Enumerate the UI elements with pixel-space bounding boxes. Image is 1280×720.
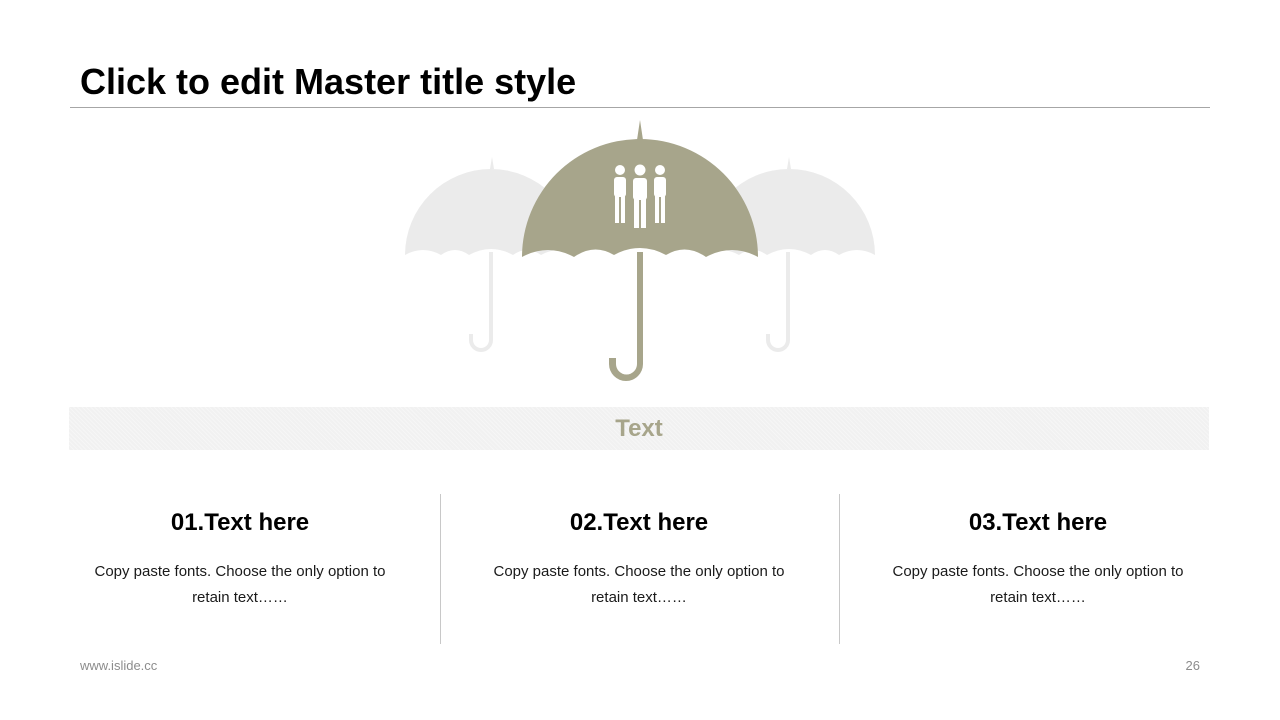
column-body: Copy paste fonts. Choose the only option…: [892, 563, 1184, 606]
column-body: Copy paste fonts. Choose the only option…: [94, 563, 386, 606]
banner-text: Text: [615, 414, 663, 442]
column-heading: 01.Text here: [170, 509, 310, 536]
title-divider: [70, 107, 1210, 108]
column-body: Copy paste fonts. Choose the only option…: [493, 563, 785, 606]
column-3: 03.Text here Copy paste fonts. Choose th…: [858, 494, 1218, 611]
column-heading: 02.Text here: [569, 509, 709, 536]
slide-title: Click to edit Master title style: [80, 61, 577, 102]
column-1: 01.Text here Copy paste fonts. Choose th…: [60, 494, 420, 611]
column-divider: [839, 494, 840, 644]
umbrella-illustration: [405, 120, 875, 381]
center-umbrella-icon: [522, 120, 758, 381]
footer-url: www.islide.cc: [80, 658, 158, 673]
page-number: 26: [1185, 658, 1200, 673]
column-divider: [440, 494, 441, 644]
column-2: 02.Text here Copy paste fonts. Choose th…: [459, 494, 819, 611]
section-banner: Text: [69, 407, 1209, 450]
column-heading: 03.Text here: [968, 509, 1108, 536]
